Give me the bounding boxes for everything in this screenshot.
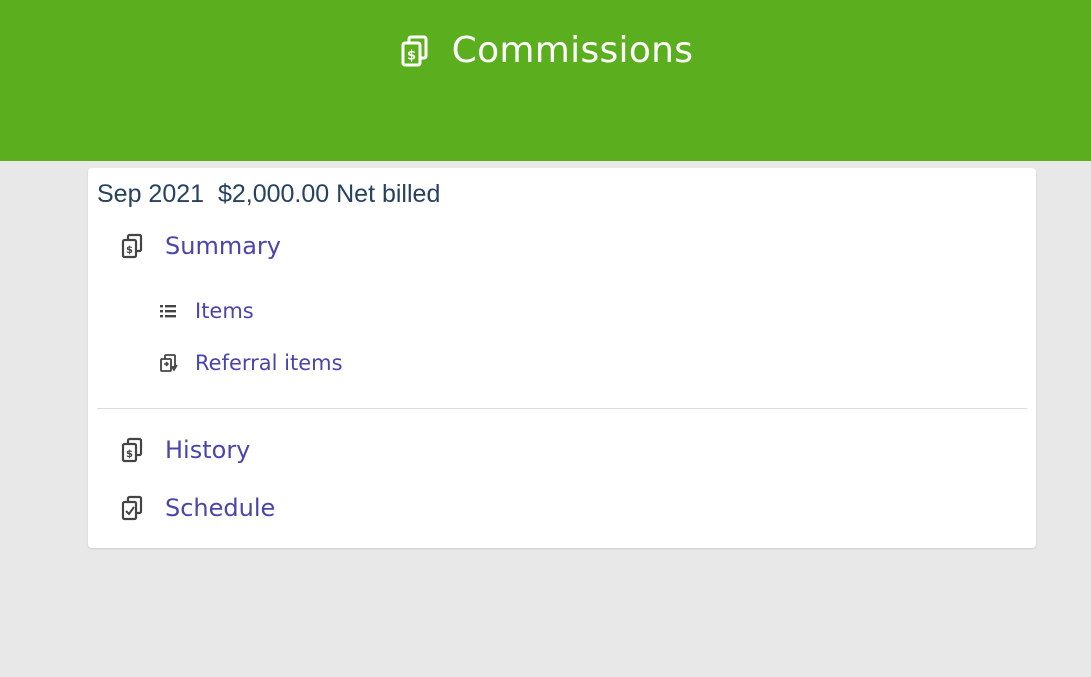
commission-card: Sep 2021 $2,000.00 Net billed $ Summary … [88, 168, 1036, 548]
nav-items-label: Items [195, 299, 254, 323]
referral-icon [158, 353, 178, 373]
net-billed-amount: $2,000.00 [217, 180, 330, 208]
schedule-check-icon [119, 495, 145, 521]
svg-text:$: $ [126, 449, 133, 460]
svg-text:$: $ [126, 245, 133, 256]
commission-money-icon: $ [119, 437, 145, 463]
net-billed-label: Net billed [336, 180, 441, 208]
nav-summary-label: Summary [165, 232, 281, 260]
header-title-group: $ Commissions [0, 30, 1091, 71]
commission-money-icon: $ [398, 34, 432, 68]
nav-referral-items-label: Referral items [195, 351, 343, 375]
nav-summary[interactable]: $ Summary [119, 232, 281, 260]
section-divider [97, 408, 1027, 409]
nav-history-label: History [165, 436, 251, 464]
commission-money-icon: $ [119, 233, 145, 259]
nav-history[interactable]: $ History [119, 436, 250, 464]
nav-schedule-label: Schedule [165, 494, 276, 522]
period-label: Sep 2021 [97, 180, 205, 208]
nav-items[interactable]: Items [158, 299, 254, 323]
list-icon [158, 301, 178, 321]
nav-referral-items[interactable]: Referral items [158, 351, 343, 375]
app-header: $ Commissions [0, 0, 1091, 161]
nav-schedule[interactable]: Schedule [119, 494, 275, 522]
svg-text:$: $ [407, 48, 416, 63]
page-title: Commissions [451, 30, 694, 71]
period-summary: Sep 2021 $2,000.00 Net billed [97, 180, 440, 209]
